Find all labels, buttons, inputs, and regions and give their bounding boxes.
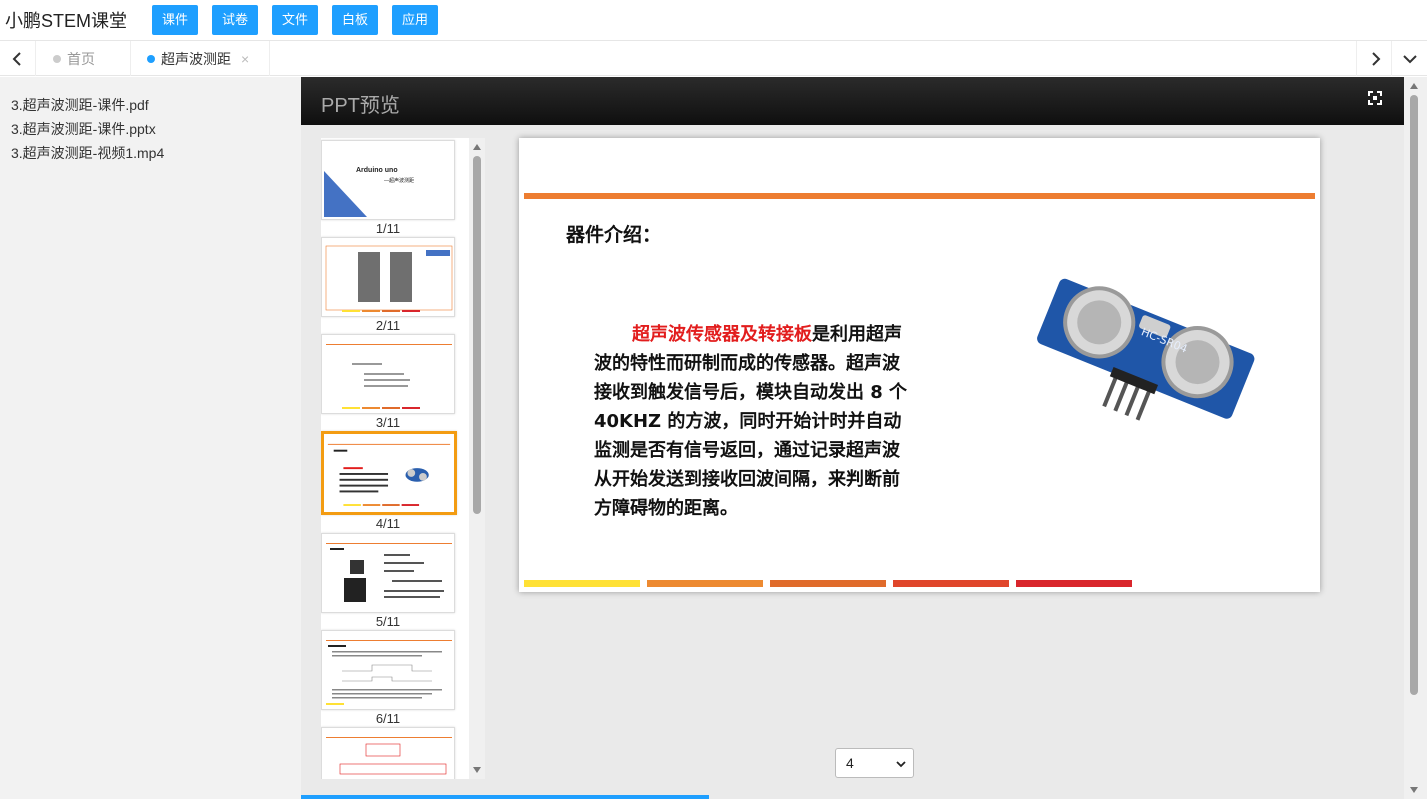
scrollbar-thumb[interactable] xyxy=(1410,95,1418,695)
slide-body: 超声波传感器及转接板是利用超声波的特性而研制而成的传感器。超声波接收到触发信号后… xyxy=(594,320,914,523)
exam-button[interactable]: 试卷 xyxy=(212,5,258,35)
chevron-down-icon xyxy=(1402,54,1417,63)
thumb-label: 4/11 xyxy=(375,516,401,531)
file-item-video[interactable]: 3.超声波测距-视频1.mp4 xyxy=(11,143,164,163)
page-select[interactable]: 4 xyxy=(835,748,914,778)
tab-home[interactable]: 首页 xyxy=(37,41,131,76)
thumbnail-5[interactable] xyxy=(321,533,455,613)
thumb-label: 5/11 xyxy=(375,614,401,629)
tab-scroll-left-button[interactable] xyxy=(0,41,36,76)
thumb-label: 2/11 xyxy=(375,318,401,333)
app-title: 小鹏STEM课堂 xyxy=(5,11,128,31)
thumbnail-4[interactable] xyxy=(321,431,457,515)
thumb-title: Arduino uno xyxy=(356,167,398,174)
thumbnail-panel: Arduino uno —超声波测距 1/11 2/11 3/11 4/11 5… xyxy=(321,138,485,779)
file-item-pptx[interactable]: 3.超声波测距-课件.pptx xyxy=(11,119,156,139)
slide-thumb-image xyxy=(326,640,452,705)
tab-close-icon[interactable]: × xyxy=(241,51,249,67)
slide-heading: 器件介绍： xyxy=(566,224,662,246)
top-bar: 小鹏STEM课堂 课件 试卷 文件 白板 应用 xyxy=(0,0,1427,40)
thumbnail-1[interactable]: Arduino uno —超声波测距 xyxy=(321,140,455,220)
file-list: 3.超声波测距-课件.pdf 3.超声波测距-课件.pptx 3.超声波测距-视… xyxy=(0,77,301,799)
viewer-title: PPT预览 xyxy=(321,95,400,117)
thumb-label: 3/11 xyxy=(375,415,401,430)
tab-menu-button[interactable] xyxy=(1391,41,1427,76)
slide-canvas: 器件介绍： 超声波传感器及转接板是利用超声波的特性而研制而成的传感器。超声波接收… xyxy=(519,138,1320,592)
chevron-right-icon xyxy=(1371,51,1380,66)
tab-scroll-right-button[interactable] xyxy=(1356,41,1392,76)
slide-thumb-image xyxy=(327,443,451,506)
fullscreen-icon[interactable] xyxy=(1368,91,1382,105)
thumbnail-7[interactable] xyxy=(321,727,455,779)
apps-button[interactable]: 应用 xyxy=(392,5,438,35)
scrollbar-graphic xyxy=(473,144,481,773)
load-progress-bar xyxy=(301,795,710,799)
thumb-label: 6/11 xyxy=(375,711,401,726)
slide-thumb-image xyxy=(325,245,453,312)
chevron-down-icon xyxy=(896,761,906,768)
page-scrollbar[interactable] xyxy=(1404,77,1427,799)
tab-label: 首页 xyxy=(67,50,95,67)
slide-thumb-image xyxy=(326,737,452,775)
tab-status-dot xyxy=(147,55,155,63)
tab-label: 超声波测距 xyxy=(161,50,231,67)
slide-body-highlight: 超声波传感器及转接板 xyxy=(632,324,812,345)
tab-status-dot xyxy=(53,55,61,63)
files-button[interactable]: 文件 xyxy=(272,5,318,35)
thumbnail-scrollbar[interactable] xyxy=(469,138,485,779)
thumbnail-6[interactable] xyxy=(321,630,455,710)
thumbnail-3[interactable] xyxy=(321,334,455,414)
slide-body-text: 是利用超声波的特性而研制而成的传感器。超声波接收到触发信号后，模块自动发出 8 … xyxy=(594,324,908,519)
thumb-subtitle: —超声波测距 xyxy=(384,178,415,184)
ppt-viewer: PPT预览 Arduino uno —超声波测距 1/11 2/11 3/11 … xyxy=(301,77,1404,799)
thumb-label: 1/11 xyxy=(375,221,401,236)
courseware-button[interactable]: 课件 xyxy=(152,5,198,35)
file-item-pdf[interactable]: 3.超声波测距-课件.pdf xyxy=(11,95,149,115)
viewer-header: PPT预览 xyxy=(301,77,1404,125)
slide-thumb-image xyxy=(326,344,452,409)
slide-thumb-image xyxy=(326,543,452,602)
tab-ultrasonic[interactable]: 超声波测距 × xyxy=(131,41,270,76)
chevron-left-icon xyxy=(12,51,21,66)
page-select-value: 4 xyxy=(846,755,854,771)
tab-bar: 首页 超声波测距 × xyxy=(0,40,1427,76)
whiteboard-button[interactable]: 白板 xyxy=(332,5,378,35)
ultrasonic-sensor-image xyxy=(1037,278,1255,421)
thumbnail-2[interactable] xyxy=(321,237,455,317)
